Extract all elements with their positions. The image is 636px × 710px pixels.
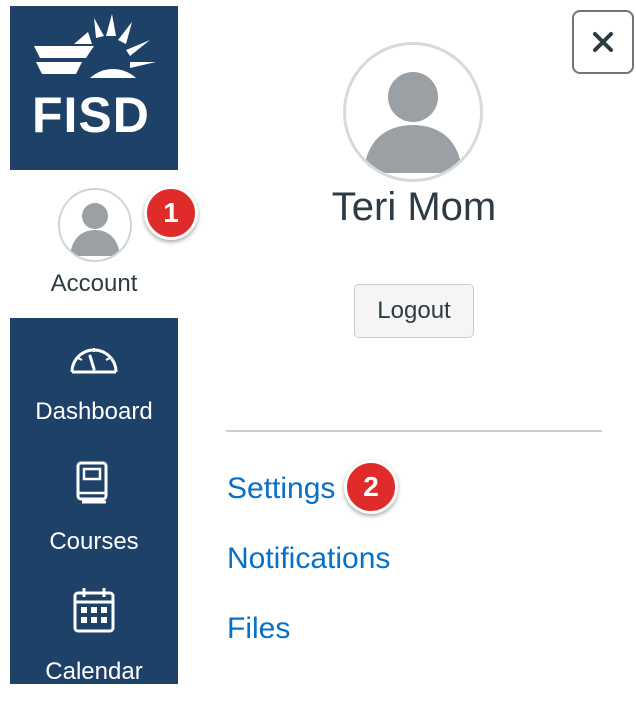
courses-icon (76, 461, 108, 504)
account-avatar (58, 188, 132, 262)
nav-label-calendar: Calendar (45, 658, 143, 685)
user-name: Teri Mom (331, 185, 497, 229)
nav-label-dashboard: Dashboard (35, 398, 153, 425)
nav-item-dashboard[interactable]: Dashboard (10, 334, 178, 458)
step-badge-2: 2 (344, 460, 398, 514)
global-nav: FISD Account Dashboard Courses Calendar (10, 6, 178, 685)
nav-item-calendar[interactable]: Calendar (10, 586, 178, 710)
notifications-link[interactable]: Notifications (227, 542, 390, 576)
fisd-logo[interactable]: FISD (10, 6, 178, 170)
logo-emblem-icon (34, 14, 156, 78)
calendar-icon (73, 588, 115, 633)
nav-label-courses: Courses (49, 528, 139, 555)
profile-avatar[interactable] (343, 42, 483, 182)
dashboard-icon (70, 348, 118, 374)
nav-item-courses[interactable]: Courses (10, 460, 178, 584)
avatar-icon (70, 203, 120, 256)
close-icon (593, 32, 613, 52)
files-link[interactable]: Files (227, 612, 290, 646)
step-badge-1: 1 (144, 186, 198, 240)
logo-text: FISD (32, 87, 150, 143)
logout-button[interactable]: Logout (354, 284, 474, 338)
nav-label-account: Account (50, 270, 138, 297)
avatar-icon (364, 72, 462, 173)
divider (226, 430, 602, 432)
close-button[interactable] (572, 10, 634, 74)
settings-link[interactable]: Settings (227, 472, 335, 506)
